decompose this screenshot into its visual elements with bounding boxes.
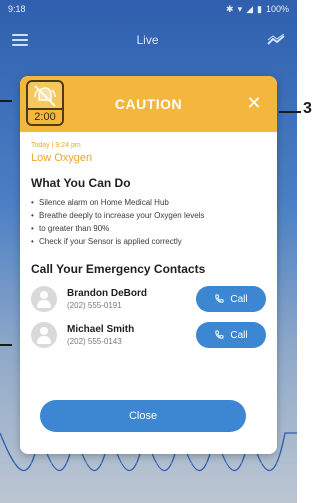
contact-info: Michael Smith (202) 555-0143 [31,322,134,348]
contact-row: Michael Smith (202) 555-0143 Call [31,322,266,348]
alarm-silence-button[interactable]: 2:00 [26,80,64,126]
call-button[interactable]: Call [196,286,266,312]
app-title: Live [136,33,159,47]
trend-icon[interactable] [267,34,285,46]
alarm-timer: 2:00 [28,108,62,124]
call-button-label: Call [230,329,248,341]
callout-line-left [0,100,12,102]
callout-line-left [0,344,12,346]
instruction-item: Check if your Sensor is applied correctl… [31,235,266,248]
battery-percent: 100% [265,4,289,14]
emergency-contacts-title: Call Your Emergency Contacts [31,262,206,276]
wifi-icon: ▾ [237,3,243,14]
callout-number: 3 [303,100,312,117]
phone-icon [214,294,224,304]
avatar-icon [31,286,57,312]
instruction-item: Silence alarm on Home Medical Hub [31,196,266,209]
menu-icon[interactable] [12,34,28,46]
instruction-item-continued: to greater than 90% [31,222,266,235]
instructions-list: Silence alarm on Home Medical Hub Breath… [31,196,266,248]
contact-name: Michael Smith [67,324,135,335]
battery-icon: ▮ [257,3,262,14]
contact-name: Brandon DeBord [67,288,147,299]
caution-modal: 2:00 CAUTION ✕ Today | 9:24 pm Low Oxyge… [20,76,277,454]
callout-3: 3 [279,100,315,120]
phone-icon [214,330,224,340]
contact-row: Brandon DeBord (202) 555-0191 Call [31,286,266,312]
instruction-item: Breathe deeply to increase your Oxygen l… [31,209,266,222]
app-bar: Live [0,18,297,62]
what-you-can-do-title: What You Can Do [31,176,131,190]
callout-line [279,111,301,113]
status-icons: ✱ ▾ ◢ ▮ 100% [226,4,289,15]
avatar-icon [31,322,57,348]
alert-timestamp: Today | 9:24 pm [31,142,81,149]
contact-phone: (202) 555-0143 [67,337,122,346]
call-button[interactable]: Call [196,322,266,348]
contact-info: Brandon DeBord (202) 555-0191 [31,286,147,312]
modal-header: 2:00 CAUTION ✕ [20,76,277,132]
phone-screen: 9:18 ✱ ▾ ◢ ▮ 100% Live 2:00 CAUTION ✕ To… [0,0,297,503]
contact-phone: (202) 555-0191 [67,301,122,310]
close-icon[interactable]: ✕ [243,92,265,114]
status-bar: 9:18 ✱ ▾ ◢ ▮ 100% [0,0,297,18]
signal-icon: ◢ [246,3,254,14]
alarm-silence-icon [34,85,56,107]
bluetooth-icon: ✱ [226,3,234,14]
modal-title: CAUTION [114,96,183,112]
status-time: 9:18 [8,4,26,14]
close-button[interactable]: Close [40,400,246,432]
call-button-label: Call [230,293,248,305]
modal-content: Today | 9:24 pm Low Oxygen What You Can … [20,132,277,348]
alert-title: Low Oxygen [31,152,93,164]
